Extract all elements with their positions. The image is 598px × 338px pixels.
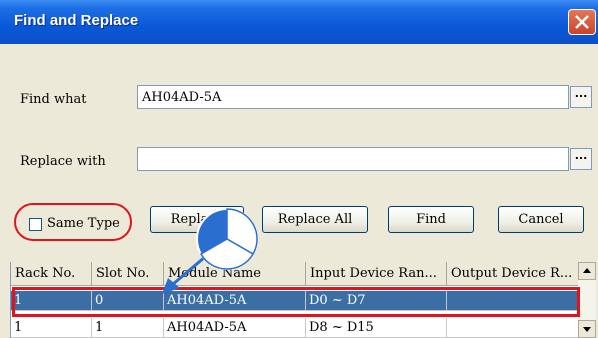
column-header-slot[interactable]: Slot No. xyxy=(92,262,164,286)
scroll-up-icon xyxy=(583,268,591,273)
find-what-field[interactable] xyxy=(137,85,569,109)
column-header-output[interactable]: Output Device R... xyxy=(447,262,579,286)
replace-with-input[interactable] xyxy=(142,150,562,168)
replace-browse-button[interactable]: ... xyxy=(570,148,592,170)
find-replace-dialog: Find and Replace Find what ... Replace w… xyxy=(0,0,598,338)
find-browse-button[interactable]: ... xyxy=(570,86,592,108)
cell-module: AH04AD-5A xyxy=(164,318,306,338)
replace-all-button[interactable]: Replace All xyxy=(262,206,368,233)
table-scrollbar[interactable] xyxy=(578,262,596,338)
cell-slot: 1 xyxy=(92,318,164,338)
scroll-down-icon xyxy=(583,327,591,332)
find-button[interactable]: Find xyxy=(388,206,474,233)
cell-rack: 1 xyxy=(11,318,92,338)
find-what-label: Find what xyxy=(20,92,87,107)
scroll-up-button[interactable] xyxy=(578,262,596,280)
find-what-input[interactable] xyxy=(142,88,562,106)
cancel-button[interactable]: Cancel xyxy=(498,206,584,233)
scroll-down-button[interactable] xyxy=(578,320,596,338)
window-title: Find and Replace xyxy=(14,12,139,29)
same-type-highlight xyxy=(14,203,132,241)
replace-with-field[interactable] xyxy=(137,147,569,171)
title-bar[interactable]: Find and Replace xyxy=(0,0,598,44)
step-pie-icon xyxy=(196,208,258,270)
selected-row-highlight xyxy=(12,287,580,317)
replace-with-label: Replace with xyxy=(20,154,106,169)
column-header-input[interactable]: Input Device Ran... xyxy=(306,262,447,286)
close-icon xyxy=(575,15,589,29)
column-header-rack[interactable]: Rack No. xyxy=(11,262,92,286)
cell-input: D8 ~ D15 xyxy=(306,318,447,338)
cell-output xyxy=(447,318,579,338)
close-button[interactable] xyxy=(568,9,596,35)
